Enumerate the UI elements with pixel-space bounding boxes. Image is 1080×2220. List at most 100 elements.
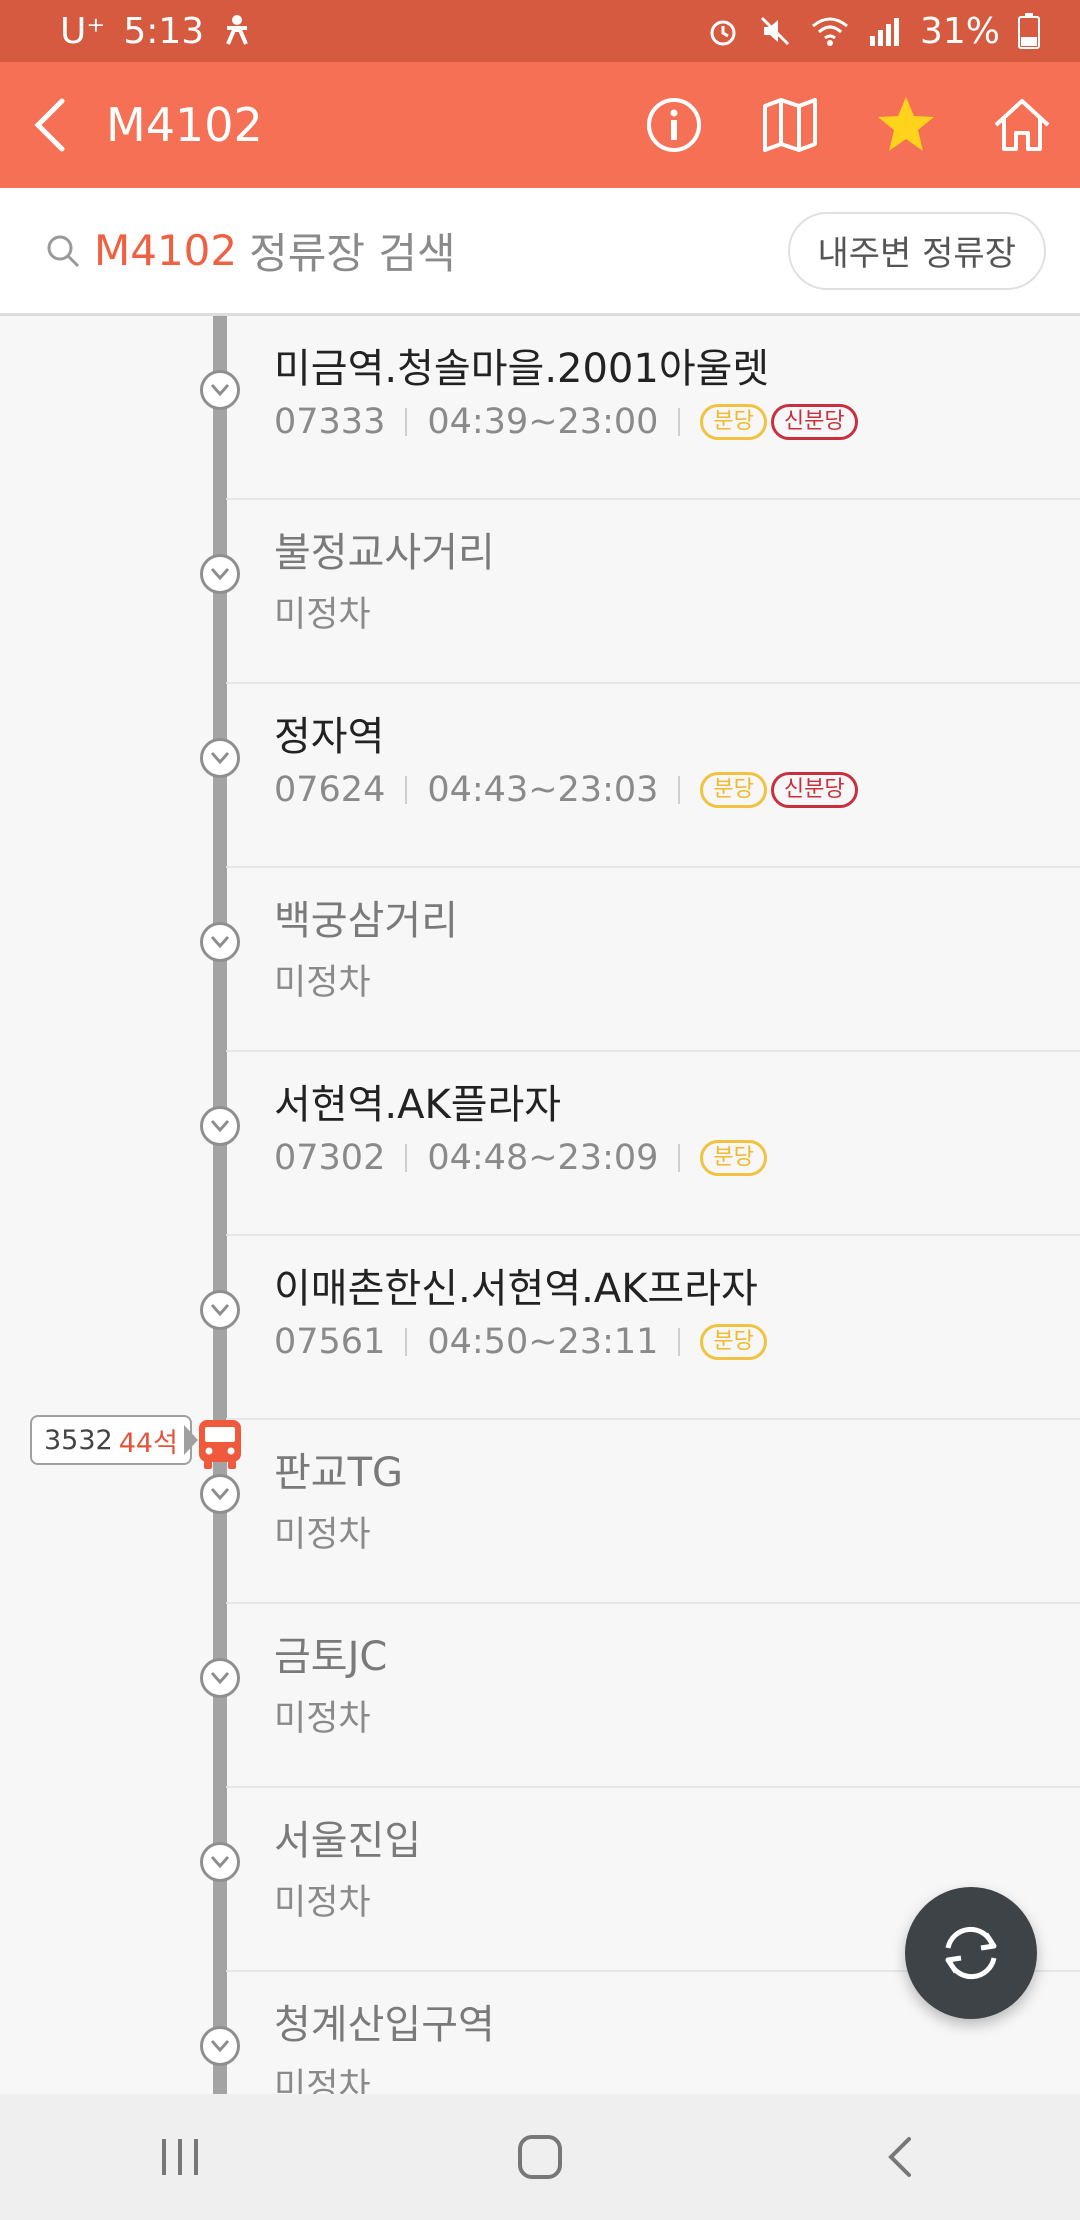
- stop-code: 07333: [274, 402, 386, 442]
- search-icon: [47, 235, 80, 267]
- stop-details: 07561 04:50~23:11 분당: [274, 1322, 771, 1362]
- app-bar: M4102: [0, 62, 1080, 188]
- search-placeholder: 정류장 검색: [249, 229, 456, 278]
- divider: [678, 1328, 681, 1356]
- stop-name: 정자역: [274, 714, 385, 760]
- info-icon: [647, 98, 701, 152]
- bus-icon[interactable]: [196, 1418, 244, 1470]
- stop-row[interactable]: 이매촌한신.서현역.AK프라자 07561 04:50~23:11 분당: [0, 1236, 1080, 1420]
- expand-stop-button[interactable]: [200, 922, 240, 962]
- stop-row[interactable]: 금토JC 미정차: [0, 1604, 1080, 1788]
- stop-status: 미정차: [274, 1699, 371, 1739]
- stop-name: 불정교사거리: [274, 530, 495, 576]
- stop-list: 미금역.청솔마을.2001아울렛 07333 04:39~23:00 분당 신분당 불정교…: [0, 316, 1080, 2094]
- stop-row[interactable]: 미금역.청솔마을.2001아울렛 07333 04:39~23:00 분당 신분당: [0, 316, 1080, 500]
- stop-row[interactable]: 정자역 07624 04:43~23:03 분당 신분당: [0, 684, 1080, 868]
- chevron-down-icon: [210, 1488, 230, 1501]
- home-square-icon: [518, 2135, 562, 2179]
- system-nav-bar: [0, 2094, 1080, 2220]
- divider: [678, 408, 681, 436]
- nearby-stops-button[interactable]: 내주변 정류장: [787, 211, 1046, 290]
- map-icon: [763, 98, 817, 152]
- stop-details: 07333 04:39~23:00 분당 신분당: [274, 402, 862, 442]
- divider: [678, 1144, 681, 1172]
- stop-name: 청계산입구역: [274, 2002, 495, 2048]
- wifi-icon: [812, 17, 848, 46]
- expand-stop-button[interactable]: [200, 554, 240, 594]
- recent-apps-button[interactable]: [120, 2107, 240, 2207]
- signal-icon: [869, 18, 899, 46]
- search-row: M4102 정류장 검색 내주변 정류장: [0, 188, 1080, 316]
- accessibility-icon: [226, 15, 249, 45]
- stop-row[interactable]: 서현역.AK플라자 07302 04:48~23:09 분당: [0, 1052, 1080, 1236]
- divider: [405, 408, 408, 436]
- chevron-left-icon: [34, 98, 65, 152]
- expand-stop-button[interactable]: [200, 1658, 240, 1698]
- stop-row[interactable]: 불정교사거리미정차: [0, 500, 1080, 684]
- back-chevron-icon: [888, 2137, 911, 2177]
- transfer-line-badge: 분당: [700, 1140, 767, 1176]
- expand-stop-button[interactable]: [200, 1290, 240, 1330]
- time-label: 5:13: [123, 10, 205, 52]
- stop-name: 백궁삼거리: [274, 898, 458, 944]
- stop-row[interactable]: 백궁삼거리미정차: [0, 868, 1080, 1052]
- operating-hours: 04:48~23:09: [427, 1138, 659, 1178]
- chevron-down-icon: [210, 568, 230, 581]
- stop-name: 미금역.청솔마을.2001아울렛: [274, 346, 770, 392]
- stop-code: 07561: [274, 1322, 386, 1362]
- expand-stop-button[interactable]: [200, 2026, 240, 2066]
- bus-seats: 44석: [118, 1427, 178, 1459]
- stop-search-input[interactable]: M4102 정류장 검색: [46, 220, 788, 281]
- operating-hours: 04:39~23:00: [427, 402, 659, 442]
- stop-status: 미정차: [274, 2067, 371, 2094]
- stop-details: 미정차: [274, 1874, 371, 1925]
- route-title: M4102: [106, 98, 263, 152]
- star-icon: [878, 97, 934, 151]
- expand-stop-button[interactable]: [200, 370, 240, 410]
- chevron-down-icon: [210, 1120, 230, 1133]
- stop-details: 미정차: [274, 586, 371, 637]
- stop-status: 미정차: [274, 595, 371, 635]
- carrier-label: U⁺: [60, 10, 106, 52]
- stop-details: 07302 04:48~23:09 분당: [274, 1138, 771, 1178]
- operating-hours: 04:50~23:11: [427, 1322, 659, 1362]
- stop-details: 미정차: [274, 2058, 371, 2094]
- bus-info-tag[interactable]: 3532 44석: [30, 1415, 192, 1465]
- home-button[interactable]: [964, 62, 1080, 188]
- info-button[interactable]: [616, 62, 732, 188]
- chevron-down-icon: [210, 752, 230, 765]
- stop-status: 미정차: [274, 1515, 371, 1555]
- transfer-line-badge: 분당: [700, 772, 767, 808]
- chevron-down-icon: [210, 1672, 230, 1685]
- stop-details: 미정차: [274, 1690, 371, 1741]
- chevron-down-icon: [210, 1304, 230, 1317]
- alarm-icon: [710, 20, 736, 46]
- bus-number: 3532: [44, 1424, 113, 1456]
- map-button[interactable]: [732, 62, 848, 188]
- chevron-down-icon: [210, 1856, 230, 1869]
- stop-name: 판교TG: [274, 1450, 404, 1496]
- stop-name: 이매촌한신.서현역.AK프라자: [274, 1266, 758, 1312]
- search-route-label: M4102: [94, 226, 238, 275]
- refresh-button[interactable]: [905, 1887, 1037, 2019]
- transfer-line-badge: 분당: [700, 1324, 767, 1360]
- back-nav-button[interactable]: [840, 2107, 960, 2207]
- expand-stop-button[interactable]: [200, 738, 240, 778]
- operating-hours: 04:43~23:03: [427, 770, 659, 810]
- divider: [405, 776, 408, 804]
- expand-stop-button[interactable]: [200, 1474, 240, 1514]
- recent-apps-icon: [162, 2139, 198, 2175]
- expand-stop-button[interactable]: [200, 1842, 240, 1882]
- stop-name: 서울진입: [274, 1818, 422, 1864]
- divider: [678, 776, 681, 804]
- divider: [405, 1328, 408, 1356]
- back-button[interactable]: [0, 62, 100, 188]
- chevron-down-icon: [210, 936, 230, 949]
- stop-details: 미정차: [274, 954, 371, 1005]
- mute-icon: [760, 16, 790, 46]
- expand-stop-button[interactable]: [200, 1106, 240, 1146]
- stop-code: 07302: [274, 1138, 386, 1178]
- stop-details: 미정차: [274, 1506, 371, 1557]
- favorite-button[interactable]: [848, 62, 964, 188]
- home-nav-button[interactable]: [480, 2107, 600, 2207]
